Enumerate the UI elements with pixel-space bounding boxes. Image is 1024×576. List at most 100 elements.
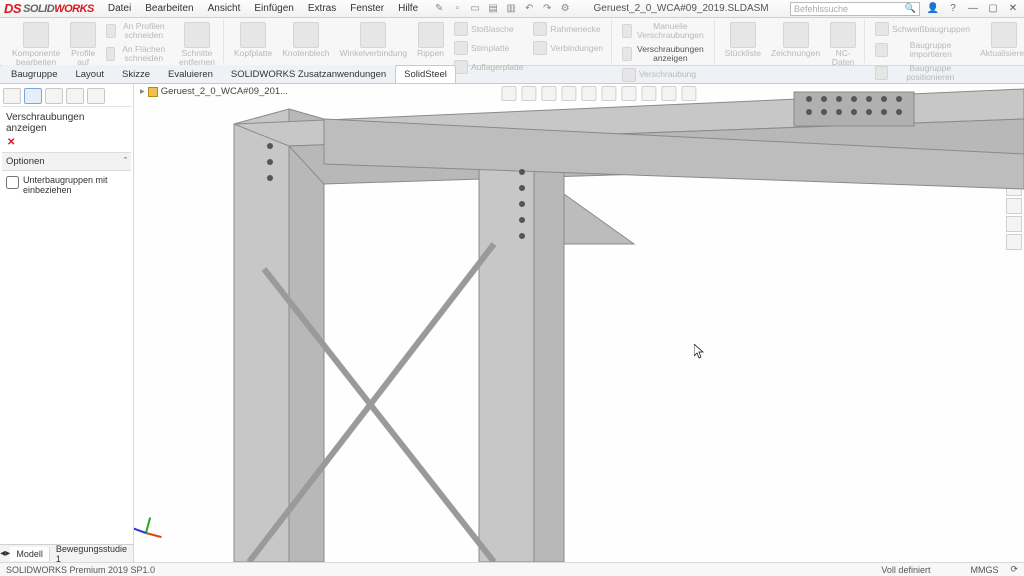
fm-tab-dim[interactable]: [87, 88, 105, 104]
ribbon-cut-remove[interactable]: Schnitte entfernen: [177, 20, 217, 69]
help-icon[interactable]: ?: [946, 2, 960, 16]
window-controls: 👤 ? — ▢ ✕: [926, 2, 1020, 16]
ribbon-end-plate-label: Stirnplatte: [471, 44, 509, 53]
view-triad[interactable]: [140, 510, 170, 540]
pm-title: Verschraubungen anzeigen: [2, 107, 131, 137]
fm-tab-tree[interactable]: [3, 88, 21, 104]
ribbon-import-groups-label: Baugruppe importieren: [891, 41, 970, 59]
status-rebuild-icon[interactable]: ⟳: [1010, 564, 1018, 575]
pm-opt-subgroups-checkbox[interactable]: [6, 176, 19, 189]
document-title: Geruest_2_0_WCA#09_2019.SLDASM: [572, 3, 790, 14]
ribbon-gusset[interactable]: Knotenblech: [280, 20, 331, 60]
status-bar: SOLIDWORKS Premium 2019 SP1.0 Voll defin…: [0, 562, 1024, 576]
ribbon-cover-plate-label: Auflagerplatte: [471, 63, 523, 72]
qat-new-icon[interactable]: ▫: [450, 2, 464, 16]
qat-print-icon[interactable]: ▥: [504, 2, 518, 16]
menu-window[interactable]: Fenster: [344, 1, 390, 16]
tab-assembly[interactable]: Baugruppe: [2, 65, 66, 83]
ribbon-frame-corner[interactable]: Rahmenecke: [531, 20, 604, 38]
bottom-tabs: ◂ ▸ Modell Bewegungsstudie 1: [0, 544, 134, 562]
ribbon-show-screw-label: Verschraubungen anzeigen: [635, 45, 705, 63]
ribbon-update-label: Aktualisieren: [980, 49, 1024, 58]
tab-addins[interactable]: SOLIDWORKS Zusatzanwendungen: [222, 65, 395, 83]
model-view[interactable]: [134, 84, 1024, 562]
workspace: Verschraubungen anzeigen ✕ Optionen ˆ Un…: [0, 84, 1024, 562]
search-placeholder: Befehlssuche: [794, 4, 848, 14]
fm-tab-display[interactable]: [66, 88, 84, 104]
status-product: SOLIDWORKS Premium 2019 SP1.0: [6, 565, 155, 575]
qat-options-icon[interactable]: ⚙: [558, 2, 572, 16]
status-defined: Voll definiert: [881, 565, 930, 575]
ribbon-weld-groups[interactable]: Schweißbaugruppen: [873, 20, 972, 38]
feature-manager-tabs: [2, 86, 131, 107]
ribbon-nc[interactable]: NC-Daten: [828, 20, 858, 69]
ribbon-nc-label: NC-Daten: [830, 49, 856, 67]
fm-tab-property[interactable]: [24, 88, 42, 104]
logo-ds: DS: [4, 1, 21, 16]
ribbon-edit-component[interactable]: Komponente bearbeiten: [10, 20, 62, 69]
ribbon-bom[interactable]: Stückliste: [723, 20, 763, 60]
ribbon-position-groups[interactable]: Baugruppe positionieren: [873, 62, 972, 84]
ribbon-butt-strap[interactable]: Stoßlasche: [452, 20, 525, 38]
pm-close-button[interactable]: ✕: [2, 137, 131, 152]
triad-y-axis: [145, 517, 151, 533]
menu-help[interactable]: Hilfe: [392, 1, 424, 16]
ribbon-man-screw[interactable]: Manuelle Verschraubungen: [620, 20, 708, 42]
menu-file[interactable]: Datei: [102, 1, 137, 16]
qat-undo-icon[interactable]: ↶: [522, 2, 536, 16]
maximize-button[interactable]: ▢: [986, 2, 1000, 16]
app-logo: DS SOLIDWORKS: [4, 1, 94, 16]
ribbon-profile-cut[interactable]: An Profilen schneiden: [104, 20, 171, 42]
qat-pin-icon[interactable]: ✎: [432, 2, 446, 16]
ribbon-import-groups[interactable]: Baugruppe importieren: [873, 39, 972, 61]
ribbon-drawings[interactable]: Zeichnungen: [769, 20, 822, 60]
triad-x-axis: [146, 532, 162, 538]
ribbon-cover-plate[interactable]: Auflagerplatte: [452, 58, 525, 76]
property-manager-panel: Verschraubungen anzeigen ✕ Optionen ˆ Un…: [0, 84, 134, 562]
ribbon: Komponente bearbeiten Profile auf Linien…: [0, 18, 1024, 66]
qat-save-icon[interactable]: ▤: [486, 2, 500, 16]
ribbon-ribs[interactable]: Rippen: [415, 20, 446, 60]
close-button[interactable]: ✕: [1006, 2, 1020, 16]
ribbon-face-cut-label: An Flächen schneiden: [118, 45, 169, 63]
qat-redo-icon[interactable]: ↷: [540, 2, 554, 16]
ribbon-screwing[interactable]: Verschraubung: [620, 66, 708, 84]
qat-open-icon[interactable]: ▭: [468, 2, 482, 16]
ribbon-profile-cut-label: An Profilen schneiden: [119, 22, 170, 40]
menu-edit[interactable]: Bearbeiten: [139, 1, 199, 16]
pm-options-header[interactable]: Optionen ˆ: [2, 152, 131, 171]
minimize-button[interactable]: —: [966, 2, 980, 16]
tab-sketch[interactable]: Skizze: [113, 65, 159, 83]
ribbon-connections[interactable]: Verbindungen: [531, 39, 604, 57]
tab-layout[interactable]: Layout: [66, 65, 113, 83]
ribbon-update[interactable]: Aktualisieren: [978, 20, 1024, 60]
quick-access-toolbar: ✎ ▫ ▭ ▤ ▥ ↶ ↷ ⚙: [432, 2, 572, 16]
title-bar: DS SOLIDWORKS Datei Bearbeiten Ansicht E…: [0, 0, 1024, 18]
ribbon-end-plate[interactable]: Stirnplatte: [452, 39, 525, 57]
pm-opt-subgroups[interactable]: Unterbaugruppen mit einbeziehen: [2, 171, 131, 199]
ribbon-position-groups-label: Baugruppe positionieren: [891, 64, 971, 82]
bottom-tab-model[interactable]: Modell: [10, 547, 50, 561]
tab-evaluate[interactable]: Evaluieren: [159, 65, 222, 83]
chevron-up-icon: ˆ: [124, 156, 127, 167]
menu-extras[interactable]: Extras: [302, 1, 342, 16]
fm-tab-config[interactable]: [45, 88, 63, 104]
ribbon-gusset-label: Knotenblech: [282, 49, 329, 58]
ribbon-drawings-label: Zeichnungen: [771, 49, 820, 58]
ribbon-face-cut[interactable]: An Flächen schneiden: [104, 43, 171, 65]
menu-insert[interactable]: Einfügen: [248, 1, 299, 16]
viewport[interactable]: ▸ Geruest_2_0_WCA#09_201... ✖: [134, 84, 1024, 562]
menu-view[interactable]: Ansicht: [202, 1, 247, 16]
search-icon: 🔍: [905, 3, 916, 14]
ribbon-show-screw[interactable]: Verschraubungen anzeigen: [620, 43, 708, 65]
ribbon-head-plate[interactable]: Kopfplatte: [232, 20, 274, 60]
tab-solidsteel[interactable]: SolidSteel: [395, 65, 456, 83]
user-icon[interactable]: 👤: [926, 2, 940, 16]
ribbon-bom-label: Stückliste: [725, 49, 761, 58]
ribbon-angle-conn[interactable]: Winkelverbindung: [338, 20, 410, 60]
ribbon-screwing-label: Verschraubung: [639, 70, 696, 79]
command-search[interactable]: Befehlssuche 🔍: [790, 2, 920, 16]
menu-bar: Datei Bearbeiten Ansicht Einfügen Extras…: [102, 1, 424, 16]
status-units[interactable]: MMGS: [970, 565, 998, 575]
ribbon-head-plate-label: Kopfplatte: [234, 49, 272, 58]
